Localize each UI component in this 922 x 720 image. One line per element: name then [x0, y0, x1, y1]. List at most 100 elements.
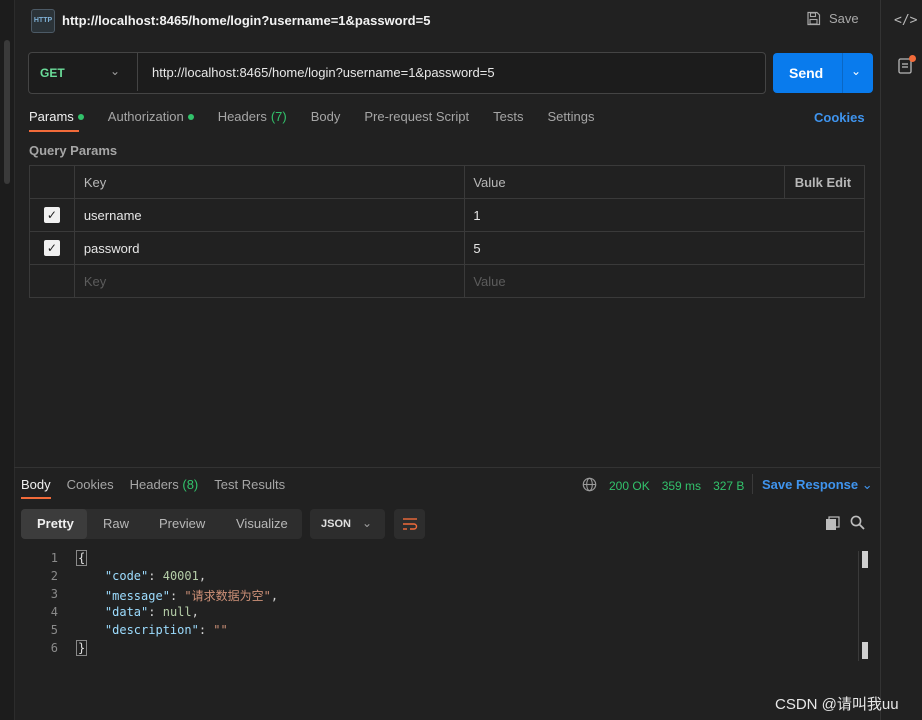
http-icon: HTTP [31, 9, 55, 33]
json-comma: , [191, 605, 199, 619]
tab-test-results[interactable]: Test Results [214, 477, 285, 492]
open-brace: { [76, 550, 88, 566]
globe-icon[interactable] [582, 477, 597, 495]
save-response-button[interactable]: Save Response ⌄ [762, 477, 873, 493]
value-header: Value [464, 165, 785, 199]
code-line: } [76, 640, 88, 656]
scrollbar-marker[interactable] [862, 642, 868, 659]
tab-pre-request-script[interactable]: Pre-request Script [364, 109, 469, 124]
status-code[interactable]: 200 OK [609, 479, 650, 493]
view-preview-button[interactable]: Preview [159, 516, 205, 531]
checkbox[interactable]: ✓ [43, 240, 60, 256]
json-value: null [162, 605, 192, 619]
checkbox[interactable]: ✓ [43, 207, 60, 223]
divider [137, 53, 138, 91]
active-tab-indicator [29, 130, 79, 132]
active-tab-indicator [21, 497, 51, 499]
editor-scroll-track [858, 551, 859, 661]
tab-tests[interactable]: Tests [493, 109, 523, 124]
divider [842, 53, 843, 93]
headers-count: (7) [270, 109, 287, 124]
param-value[interactable]: 1 [464, 198, 865, 232]
status-dot [77, 113, 84, 120]
value-placeholder-input[interactable]: Value [464, 264, 865, 298]
chevron-down-icon: ⌄ [861, 477, 873, 492]
view-pretty-button[interactable]: Pretty [37, 516, 74, 531]
chevron-down-icon[interactable]: ⌄ [110, 64, 120, 78]
tab-response-cookies[interactable]: Cookies [67, 477, 114, 492]
send-options-chevron-icon[interactable]: ⌄ [851, 64, 861, 78]
tab-settings[interactable]: Settings [547, 109, 594, 124]
table-row: ✓ username 1 [29, 198, 865, 232]
tab-label: Tests [493, 109, 524, 124]
response-size[interactable]: 327 B [713, 479, 744, 493]
save-response-label: Save Response [762, 477, 859, 492]
code-line: { [76, 550, 88, 566]
query-params-title: Query Params [29, 143, 118, 158]
tab-response-body[interactable]: Body [21, 477, 51, 492]
headers-count: (8) [182, 477, 199, 492]
table-row: Key Value [29, 264, 865, 298]
table-header-row: Key Value Bulk Edit [29, 165, 866, 199]
left-scrollbar-thumb[interactable] [4, 40, 10, 184]
bulk-edit-button[interactable]: Bulk Edit [783, 165, 866, 199]
param-key[interactable]: username [73, 198, 466, 232]
view-visualize-button[interactable]: Visualize [236, 516, 288, 531]
status-dot [187, 113, 194, 120]
json-value: "" [213, 623, 228, 637]
save-button[interactable]: Save [806, 11, 859, 26]
response-divider[interactable] [14, 467, 880, 468]
request-title[interactable]: http://localhost:8465/home/login?usernam… [62, 13, 430, 28]
param-key[interactable]: password [73, 231, 466, 265]
response-time[interactable]: 359 ms [662, 479, 701, 493]
table-row: ✓ password 5 [29, 231, 865, 265]
line-number: 1 [50, 551, 58, 565]
code-icon[interactable]: </> [894, 11, 917, 31]
response-status-bar: 200 OK 359 ms 327 B [582, 477, 744, 495]
line-number: 2 [50, 569, 58, 583]
code-line: "code": 40001, [104, 569, 207, 583]
tab-params[interactable]: Params [29, 109, 84, 124]
table-header-cell [29, 165, 75, 199]
send-label[interactable]: Send [789, 65, 823, 81]
json-key: "description" [104, 623, 199, 637]
scrollbar-marker[interactable] [862, 551, 868, 568]
row-checkbox-cell: ✓ [29, 198, 75, 232]
line-number: 5 [50, 623, 58, 637]
param-value[interactable]: 5 [464, 231, 865, 265]
code-line: "data": null, [104, 605, 199, 619]
search-icon[interactable] [850, 515, 865, 533]
method-select[interactable]: GET [40, 66, 65, 80]
view-raw-button[interactable]: Raw [103, 516, 129, 531]
request-tabs: Params Authorization Headers (7) Body Pre… [29, 109, 618, 124]
line-number: 6 [50, 641, 58, 655]
json-value: 40001 [162, 569, 199, 583]
cookies-link[interactable]: Cookies [814, 110, 865, 125]
line-number: 3 [50, 587, 58, 601]
close-brace: } [76, 640, 88, 656]
copy-icon[interactable] [825, 516, 840, 530]
wrap-icon[interactable] [394, 509, 425, 539]
tab-body[interactable]: Body [311, 109, 341, 124]
chevron-down-icon: ⌄ [362, 516, 373, 530]
right-sidebar [880, 0, 922, 720]
response-tabs: Body Cookies Headers (8) Test Results [21, 477, 301, 492]
tab-label: Params [29, 109, 74, 124]
row-checkbox-cell [29, 264, 75, 298]
row-checkbox-cell: ✓ [29, 231, 75, 265]
json-key: "data" [104, 605, 149, 619]
tab-response-headers[interactable]: Headers (8) [130, 477, 199, 492]
query-params-table: Key Value Bulk Edit ✓ username 1 ✓ passw… [29, 165, 866, 298]
tab-headers[interactable]: Headers (7) [218, 109, 287, 124]
json-key: "message" [104, 589, 170, 603]
url-input[interactable]: http://localhost:8465/home/login?usernam… [152, 65, 495, 80]
json-key: "code" [104, 569, 149, 583]
tab-authorization[interactable]: Authorization [108, 109, 194, 124]
json-comma: , [198, 569, 207, 583]
tab-label: Headers [217, 109, 267, 124]
key-header: Key [73, 165, 466, 199]
save-label: Save [829, 11, 859, 26]
tab-label: Headers [129, 477, 179, 492]
key-placeholder-input[interactable]: Key [73, 264, 466, 298]
tab-label: Body [310, 109, 341, 124]
